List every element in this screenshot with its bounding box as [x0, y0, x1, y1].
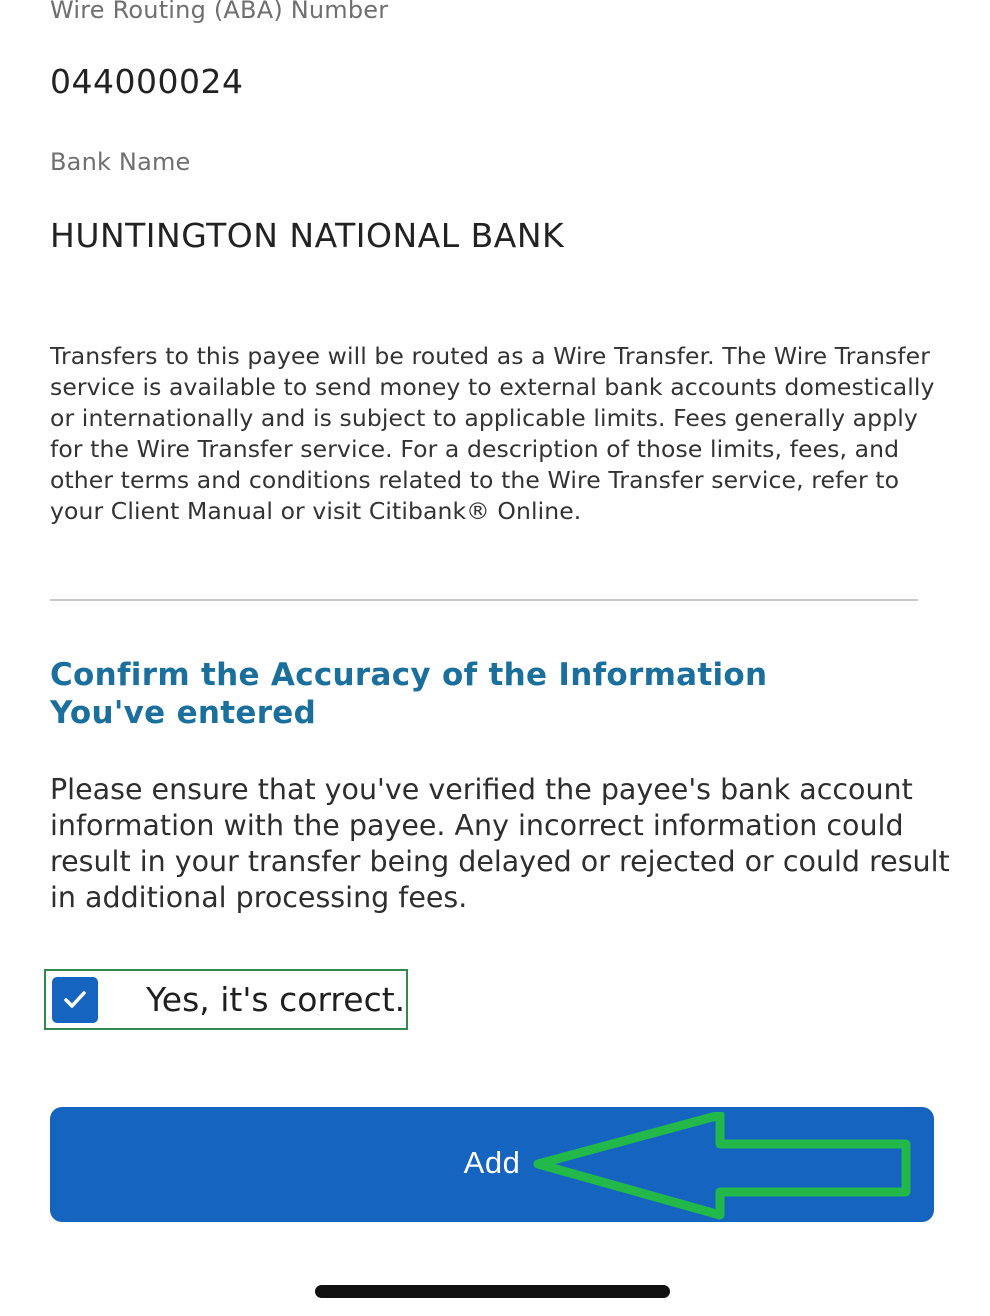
confirmation-body: Please ensure that you've verified the p…	[50, 773, 950, 914]
check-icon	[64, 990, 86, 1008]
routing-number-label: Wire Routing (ABA) Number	[50, 0, 389, 24]
confirm-accuracy-checkbox-row[interactable]: Yes, it's correct.	[44, 969, 408, 1030]
divider	[50, 599, 918, 601]
bank-name-label: Bank Name	[50, 148, 191, 176]
confirm-accuracy-label: Yes, it's correct.	[146, 980, 406, 1019]
add-payee-button[interactable]: Add	[50, 1107, 934, 1222]
home-indicator	[315, 1285, 670, 1298]
wire-transfer-disclaimer: Transfers to this payee will be routed a…	[50, 342, 935, 525]
add-button-label: Add	[463, 1145, 521, 1180]
routing-number-value: 044000024	[50, 62, 244, 101]
bank-name-value: HUNTINGTON NATIONAL BANK	[50, 216, 565, 255]
confirmation-heading: Confirm the Accuracy of the Information …	[50, 657, 768, 731]
confirm-accuracy-checkbox[interactable]	[52, 976, 98, 1023]
